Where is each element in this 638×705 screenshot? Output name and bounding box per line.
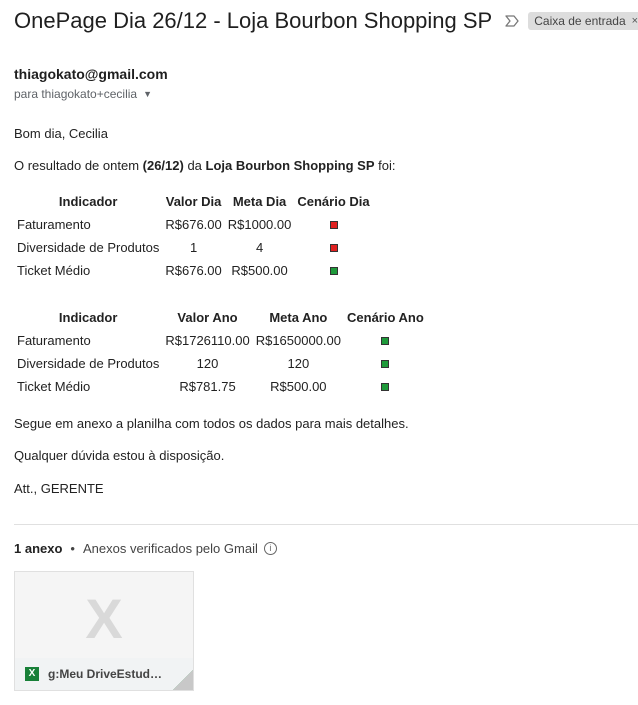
status-green-icon — [329, 267, 338, 275]
indicator-name: Ticket Médio — [17, 263, 91, 278]
column-header: Meta Dia — [232, 193, 287, 209]
intro-date: (26/12) — [142, 158, 184, 173]
recipient-line[interactable]: para thiagokato+cecilia ▼ — [14, 87, 152, 101]
attachment-card[interactable]: X X g:Meu DriveEstud… — [14, 571, 194, 691]
indicator-target: R$1650000.00 — [255, 333, 342, 348]
separator-dot: • — [70, 541, 75, 556]
status-cell — [344, 352, 427, 375]
indicator-value: 1 — [189, 240, 198, 255]
status-red-icon — [329, 221, 338, 229]
signature: Att., GERENTE — [14, 481, 104, 496]
intro-pre: O resultado de ontem — [14, 158, 143, 173]
column-header: Cenário Dia — [297, 193, 370, 209]
subject-row: OnePage Dia 26/12 - Loja Bourbon Shoppin… — [14, 8, 638, 34]
remove-label-icon[interactable]: × — [632, 15, 638, 27]
status-green-icon — [381, 360, 390, 368]
importance-marker-icon[interactable] — [504, 13, 520, 29]
intro-post: foi: — [374, 158, 396, 173]
status-cell — [294, 236, 372, 259]
indicator-value: R$676.00 — [165, 263, 222, 278]
chevron-down-icon[interactable]: ▼ — [143, 89, 152, 99]
indicator-name: Diversidade de Produtos — [17, 356, 160, 371]
column-header: Cenário Ano — [347, 309, 424, 325]
table-row: Diversidade de Produtos 120 120 — [14, 352, 427, 375]
table-row: Diversidade de Produtos 1 4 — [14, 236, 373, 259]
indicator-value: R$781.75 — [179, 379, 236, 394]
greeting: Bom dia, Cecilia — [14, 126, 108, 141]
daily-kpi-table: Indicador Valor Dia Meta Dia Cenário Dia… — [14, 189, 373, 282]
intro-mid: da — [183, 158, 206, 173]
indicator-value: 120 — [196, 356, 219, 371]
email-subject: OnePage Dia 26/12 - Loja Bourbon Shoppin… — [14, 8, 493, 33]
indicator-name: Ticket Médio — [17, 379, 91, 394]
info-icon[interactable]: i — [263, 542, 277, 555]
status-cell — [294, 259, 372, 282]
indicator-value: R$676.00 — [165, 217, 222, 232]
help-line: Qualquer dúvida estou à disposição. — [14, 448, 225, 463]
yearly-kpi-table: Indicador Valor Ano Meta Ano Cenário Ano… — [14, 305, 427, 398]
status-cell — [344, 375, 427, 398]
excel-icon: X — [25, 667, 39, 681]
intro-store: Loja Bourbon Shopping SP — [205, 158, 375, 173]
attachment-note: Segue em anexo a planilha com todos os d… — [14, 416, 409, 431]
attachment-footer: X g:Meu DriveEstud… — [15, 658, 193, 690]
table-header-row: Indicador Valor Ano Meta Ano Cenário Ano — [14, 305, 427, 329]
indicator-target: 4 — [255, 240, 264, 255]
indicator-target: R$1000.00 — [227, 217, 292, 232]
column-header: Indicador — [58, 309, 118, 325]
indicator-value: R$1726110.00 — [165, 333, 250, 348]
table-row: Faturamento R$1726110.00 R$1650000.00 — [14, 329, 427, 352]
table-row: Ticket Médio R$781.75 R$500.00 — [14, 375, 427, 398]
status-green-icon — [381, 337, 390, 345]
indicator-target: 120 — [287, 356, 310, 371]
attachment-file-name: g:Meu DriveEstud… — [48, 667, 163, 681]
spreadsheet-thumbnail-icon: X — [85, 587, 123, 650]
table-row: Faturamento R$676.00 R$1000.00 — [14, 213, 373, 236]
table-row: Ticket Médio R$676.00 R$500.00 — [14, 259, 373, 282]
attachments-divider — [14, 524, 638, 525]
verified-label: Anexos verificados pelo Gmail — [82, 541, 258, 556]
indicator-name: Faturamento — [17, 217, 91, 232]
status-cell — [344, 329, 427, 352]
column-header: Valor Ano — [177, 309, 238, 325]
column-header: Indicador — [58, 193, 118, 209]
table-header-row: Indicador Valor Dia Meta Dia Cenário Dia — [14, 189, 373, 213]
status-red-icon — [329, 244, 338, 252]
indicator-name: Diversidade de Produtos — [17, 240, 160, 255]
attachment-count: 1 anexo — [14, 541, 63, 556]
attachments-header: 1 anexo • Anexos verificados pelo Gmail … — [14, 541, 277, 556]
label-chip-inbox[interactable]: Caixa de entrada × — [528, 12, 638, 30]
status-green-icon — [381, 383, 390, 391]
indicator-name: Faturamento — [17, 333, 91, 348]
column-header: Valor Dia — [165, 193, 222, 209]
indicator-target: R$500.00 — [270, 379, 327, 394]
column-header: Meta Ano — [269, 309, 328, 325]
label-chip-text: Caixa de entrada — [534, 14, 626, 28]
indicator-target: R$500.00 — [231, 263, 288, 278]
recipient-text: para thiagokato+cecilia — [14, 87, 138, 101]
sender-email[interactable]: thiagokato@gmail.com — [14, 66, 168, 82]
intro-line: O resultado de ontem (26/12) da Loja Bou… — [14, 158, 395, 173]
page-fold-icon — [173, 670, 193, 690]
status-cell — [294, 213, 372, 236]
